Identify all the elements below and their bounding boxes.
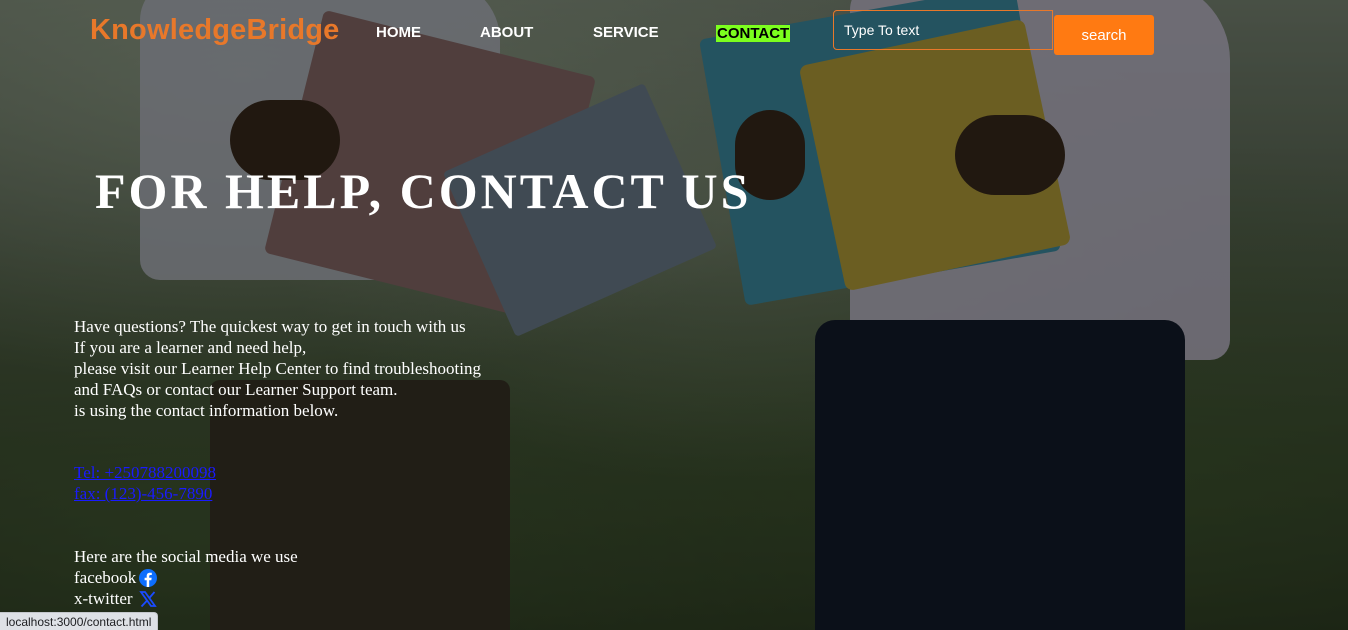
site-logo[interactable]: KnowledgeBridge: [90, 14, 340, 47]
social-media-section: Here are the social media we use faceboo…: [74, 546, 298, 609]
fax-link[interactable]: fax: (123)-456-7890: [74, 483, 216, 504]
info-line: If you are a learner and need help,: [74, 338, 307, 357]
search-button[interactable]: search: [1054, 15, 1154, 55]
site-header: KnowledgeBridge HOME ABOUT SERVICE CONTA…: [0, 0, 1348, 70]
nav-home[interactable]: HOME: [376, 24, 421, 41]
social-intro: Here are the social media we use: [74, 547, 298, 566]
x-twitter-icon[interactable]: [138, 590, 157, 608]
nav-about[interactable]: ABOUT: [480, 24, 533, 41]
contact-links: Tel: +250788200098 fax: (123)-456-7890: [74, 462, 216, 504]
nav-service[interactable]: SERVICE: [593, 24, 659, 41]
browser-status-bar: localhost:3000/contact.html: [0, 612, 159, 630]
page-title: FOR HELP, CONTACT US: [95, 163, 752, 219]
info-line: and FAQs or contact our Learner Support …: [74, 380, 398, 399]
nav-contact[interactable]: CONTACT: [716, 25, 791, 42]
search-input[interactable]: [833, 10, 1053, 50]
social-twitter-row: x-twitter: [74, 588, 298, 609]
twitter-label: x-twitter: [74, 589, 133, 608]
help-info-text: Have questions? The quickest way to get …: [74, 316, 481, 421]
info-line: Have questions? The quickest way to get …: [74, 317, 466, 336]
facebook-label: facebook: [74, 568, 137, 587]
info-line: is using the contact information below.: [74, 401, 339, 420]
facebook-icon[interactable]: [139, 568, 158, 587]
tel-link[interactable]: Tel: +250788200098: [74, 462, 216, 483]
hero-background-image: [0, 0, 1348, 630]
info-line: please visit our Learner Help Center to …: [74, 359, 481, 378]
social-facebook-row: facebook: [74, 567, 298, 588]
